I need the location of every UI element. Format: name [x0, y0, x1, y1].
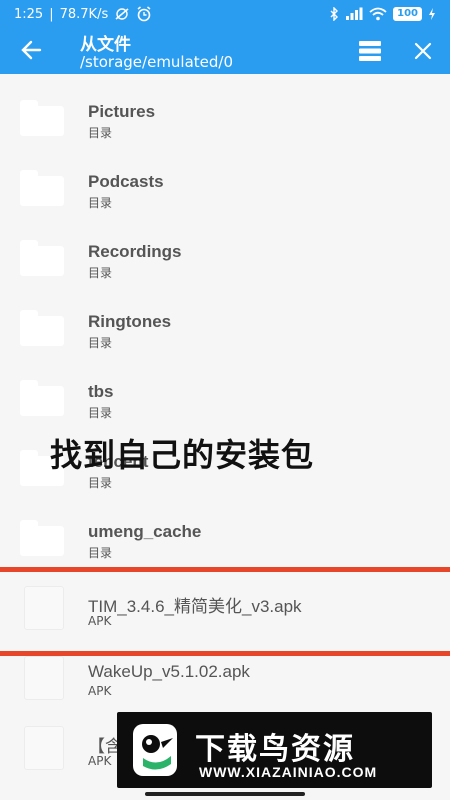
tutorial-caption: 找到自己的安装包: [50, 436, 315, 474]
app-bar: 从文件 /storage/emulated/0: [0, 28, 450, 74]
data-saver-icon: [115, 8, 129, 20]
item-name: WakeUp_v5.1.02.apk: [88, 662, 250, 681]
apk-file-icon: [24, 586, 64, 630]
banner-url: WWW.XIAZAINIAO.COM: [199, 764, 378, 780]
charging-icon: [429, 8, 435, 20]
item-type: APK: [88, 684, 112, 698]
item-type: 目录: [88, 476, 113, 490]
item-type: APK: [88, 614, 112, 628]
status-bar: 1:25 | 78.7K/s 100: [0, 0, 450, 28]
current-path: /storage/emulated/0: [80, 53, 234, 71]
network-speed: 78.7K/s: [59, 6, 109, 22]
list-item-umeng-cache[interactable]: umeng_cache 目录: [0, 494, 450, 564]
list-item-podcasts[interactable]: Podcasts 目录: [0, 144, 450, 214]
item-name: Podcasts: [88, 172, 164, 191]
folder-icon: [20, 100, 64, 136]
item-name: Recordings: [88, 242, 182, 261]
folder-icon: [20, 310, 64, 346]
list-view-icon[interactable]: [358, 40, 382, 62]
item-type: 目录: [88, 196, 113, 210]
gesture-home-bar[interactable]: [145, 792, 305, 796]
alarm-icon: [137, 6, 151, 22]
item-type: APK: [88, 754, 112, 768]
banner-title: 下载鸟资源: [195, 732, 355, 767]
list-item-pictures[interactable]: Pictures 目录: [0, 74, 450, 144]
folder-icon: [20, 240, 64, 276]
highlight-line-top: [0, 567, 450, 572]
apk-file-icon: [24, 656, 64, 700]
wifi-icon: [369, 7, 387, 21]
page-title: 从文件: [80, 35, 131, 55]
item-type: 目录: [88, 546, 113, 560]
status-divider: |: [49, 6, 54, 22]
apk-file-icon: [24, 726, 64, 770]
list-item-wakeup-apk[interactable]: WakeUp_v5.1.02.apk APK: [0, 634, 450, 704]
list-item-tbs[interactable]: tbs 目录: [0, 354, 450, 424]
watermark-banner: 下载鸟资源 WWW.XIAZAINIAO.COM: [117, 712, 432, 788]
item-name: umeng_cache: [88, 522, 202, 541]
item-name: TIM_3.4.6_精简美化_v3.apk: [88, 597, 302, 616]
bluetooth-icon: [330, 7, 339, 21]
status-time: 1:25: [14, 6, 44, 22]
item-type: 目录: [88, 406, 113, 420]
file-list: Pictures 目录 Podcasts 目录 Recordings 目录 Ri…: [0, 74, 450, 774]
folder-icon: [20, 520, 64, 556]
item-name: Pictures: [88, 102, 156, 121]
item-type: 目录: [88, 126, 113, 140]
list-item-tim-apk[interactable]: TIM_3.4.6_精简美化_v3.apk APK: [0, 564, 450, 634]
item-type: 目录: [88, 336, 113, 350]
cellular-signal-icon: [346, 7, 363, 20]
item-name: tbs: [88, 382, 114, 401]
item-type: 目录: [88, 266, 113, 280]
list-item-ringtones[interactable]: Ringtones 目录: [0, 284, 450, 354]
folder-icon: [20, 170, 64, 206]
bird-logo-icon: [133, 724, 177, 776]
back-arrow-icon[interactable]: [18, 36, 46, 64]
battery-indicator: 100: [393, 7, 422, 21]
close-icon[interactable]: [412, 40, 434, 62]
highlight-line-bottom: [0, 651, 450, 656]
folder-icon: [20, 380, 64, 416]
list-item-recordings[interactable]: Recordings 目录: [0, 214, 450, 284]
item-name: Ringtones: [88, 312, 172, 331]
